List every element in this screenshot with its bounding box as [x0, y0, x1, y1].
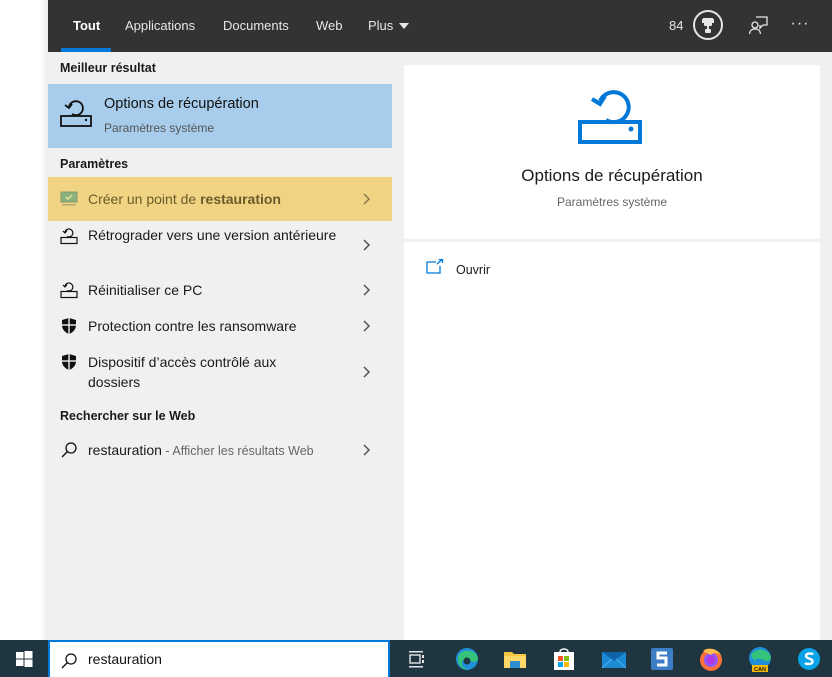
preview-pane: Options de récupération Paramètres systè…: [404, 65, 820, 640]
best-match-item[interactable]: Options de récupération Paramètres systè…: [48, 84, 392, 148]
best-match-title: Options de récupération: [104, 96, 259, 112]
screen: Tout Applications Documents Web Plus 84: [0, 0, 832, 677]
divider: [404, 239, 820, 242]
search-icon: [61, 442, 77, 458]
best-match-subtitle: Paramètres système: [104, 121, 215, 135]
rewards-button[interactable]: [693, 10, 723, 40]
recovery-icon: [60, 228, 78, 245]
chevron-right-icon: [363, 284, 371, 296]
more-options-button[interactable]: ···: [788, 10, 812, 40]
feedback-button[interactable]: [748, 14, 770, 36]
web-search-result[interactable]: restauration - Afficher les résultats We…: [48, 438, 392, 464]
task-view-icon[interactable]: [402, 645, 430, 673]
result-label-match: restauration: [200, 191, 281, 207]
trophy-icon: [702, 18, 714, 33]
windows-logo-icon: [16, 651, 33, 667]
file-explorer-icon[interactable]: [501, 645, 529, 673]
taskbar-search-input[interactable]: restauration: [48, 640, 390, 677]
result-revert-windows[interactable]: Rétrograder vers une version antérieure: [48, 222, 392, 268]
chevron-right-icon: [363, 193, 371, 205]
open-label: Ouvrir: [456, 263, 491, 277]
tab-all[interactable]: Tout: [73, 0, 100, 52]
edge-icon[interactable]: [453, 645, 481, 673]
preview-title: Options de récupération: [521, 166, 703, 185]
chevron-right-icon: [363, 366, 371, 378]
web-suffix: - Afficher les résultats Web: [161, 444, 314, 458]
panel-shadow: [40, 0, 48, 640]
tab-web[interactable]: Web: [316, 0, 343, 52]
result-label: Dispositif d’accès contrôlé aux dossiers: [88, 354, 277, 390]
web-query: restauration: [88, 442, 162, 458]
tab-label: Documents: [223, 18, 289, 33]
caret-down-icon: [399, 22, 410, 29]
tab-label: Applications: [125, 18, 196, 33]
search-icon: [61, 653, 77, 669]
tab-label: Tout: [73, 18, 101, 33]
preview-subtitle: Paramètres système: [556, 195, 668, 209]
rewards-points: 84: [669, 18, 684, 33]
taskbar: restauration CAN: [0, 640, 832, 677]
result-controlled-folder-access[interactable]: Dispositif d’accès contrôlé aux dossiers: [48, 350, 392, 396]
chevron-right-icon: [363, 239, 371, 251]
result-reset-pc[interactable]: Réinitialiser ce PC: [48, 278, 392, 304]
search-panel: Tout Applications Documents Web Plus 84: [48, 0, 832, 640]
result-ransomware-protection[interactable]: Protection contre les ransomware: [48, 314, 392, 340]
result-label: Rétrograder vers une version antérieure: [88, 227, 337, 243]
edge-canary-icon[interactable]: CAN: [746, 645, 774, 673]
recovery-icon: [60, 282, 78, 299]
results-list: Meilleur résultat Options de récupératio…: [48, 52, 392, 640]
best-match-header: Meilleur résultat: [60, 61, 156, 75]
skype-icon[interactable]: [795, 645, 823, 673]
recovery-icon: [60, 100, 92, 127]
chevron-right-icon: [363, 320, 371, 332]
firefox-icon[interactable]: [697, 645, 725, 673]
start-button[interactable]: [0, 640, 48, 677]
search-query-text: restauration: [88, 651, 162, 667]
shield-icon: [62, 318, 76, 334]
result-create-restore-point[interactable]: Créer un point de restauration: [48, 177, 392, 221]
more-icon: ···: [790, 15, 810, 32]
snagit-icon[interactable]: [648, 645, 676, 673]
settings-header: Paramètres: [60, 157, 129, 171]
tab-documents[interactable]: Documents: [223, 0, 289, 52]
tab-applications[interactable]: Applications: [125, 0, 195, 52]
mail-icon[interactable]: [600, 645, 628, 673]
recovery-icon: [578, 90, 642, 144]
canary-badge: CAN: [754, 667, 766, 673]
system-protection-icon: [60, 191, 78, 206]
web-search-header: Rechercher sur le Web: [60, 409, 196, 423]
result-label: Réinitialiser ce PC: [88, 282, 203, 298]
tab-label: Web: [316, 18, 343, 33]
shield-icon: [62, 354, 76, 370]
result-label: Protection contre les ransomware: [88, 318, 297, 334]
microsoft-store-icon[interactable]: [550, 645, 578, 673]
chevron-right-icon: [363, 444, 371, 456]
open-icon: [426, 259, 444, 274]
result-label: Créer un point de: [88, 191, 201, 207]
feedback-icon: [748, 16, 768, 35]
tab-more[interactable]: Plus: [368, 0, 410, 52]
search-tab-bar: Tout Applications Documents Web Plus 84: [48, 0, 832, 52]
tab-label: Plus: [368, 18, 394, 33]
